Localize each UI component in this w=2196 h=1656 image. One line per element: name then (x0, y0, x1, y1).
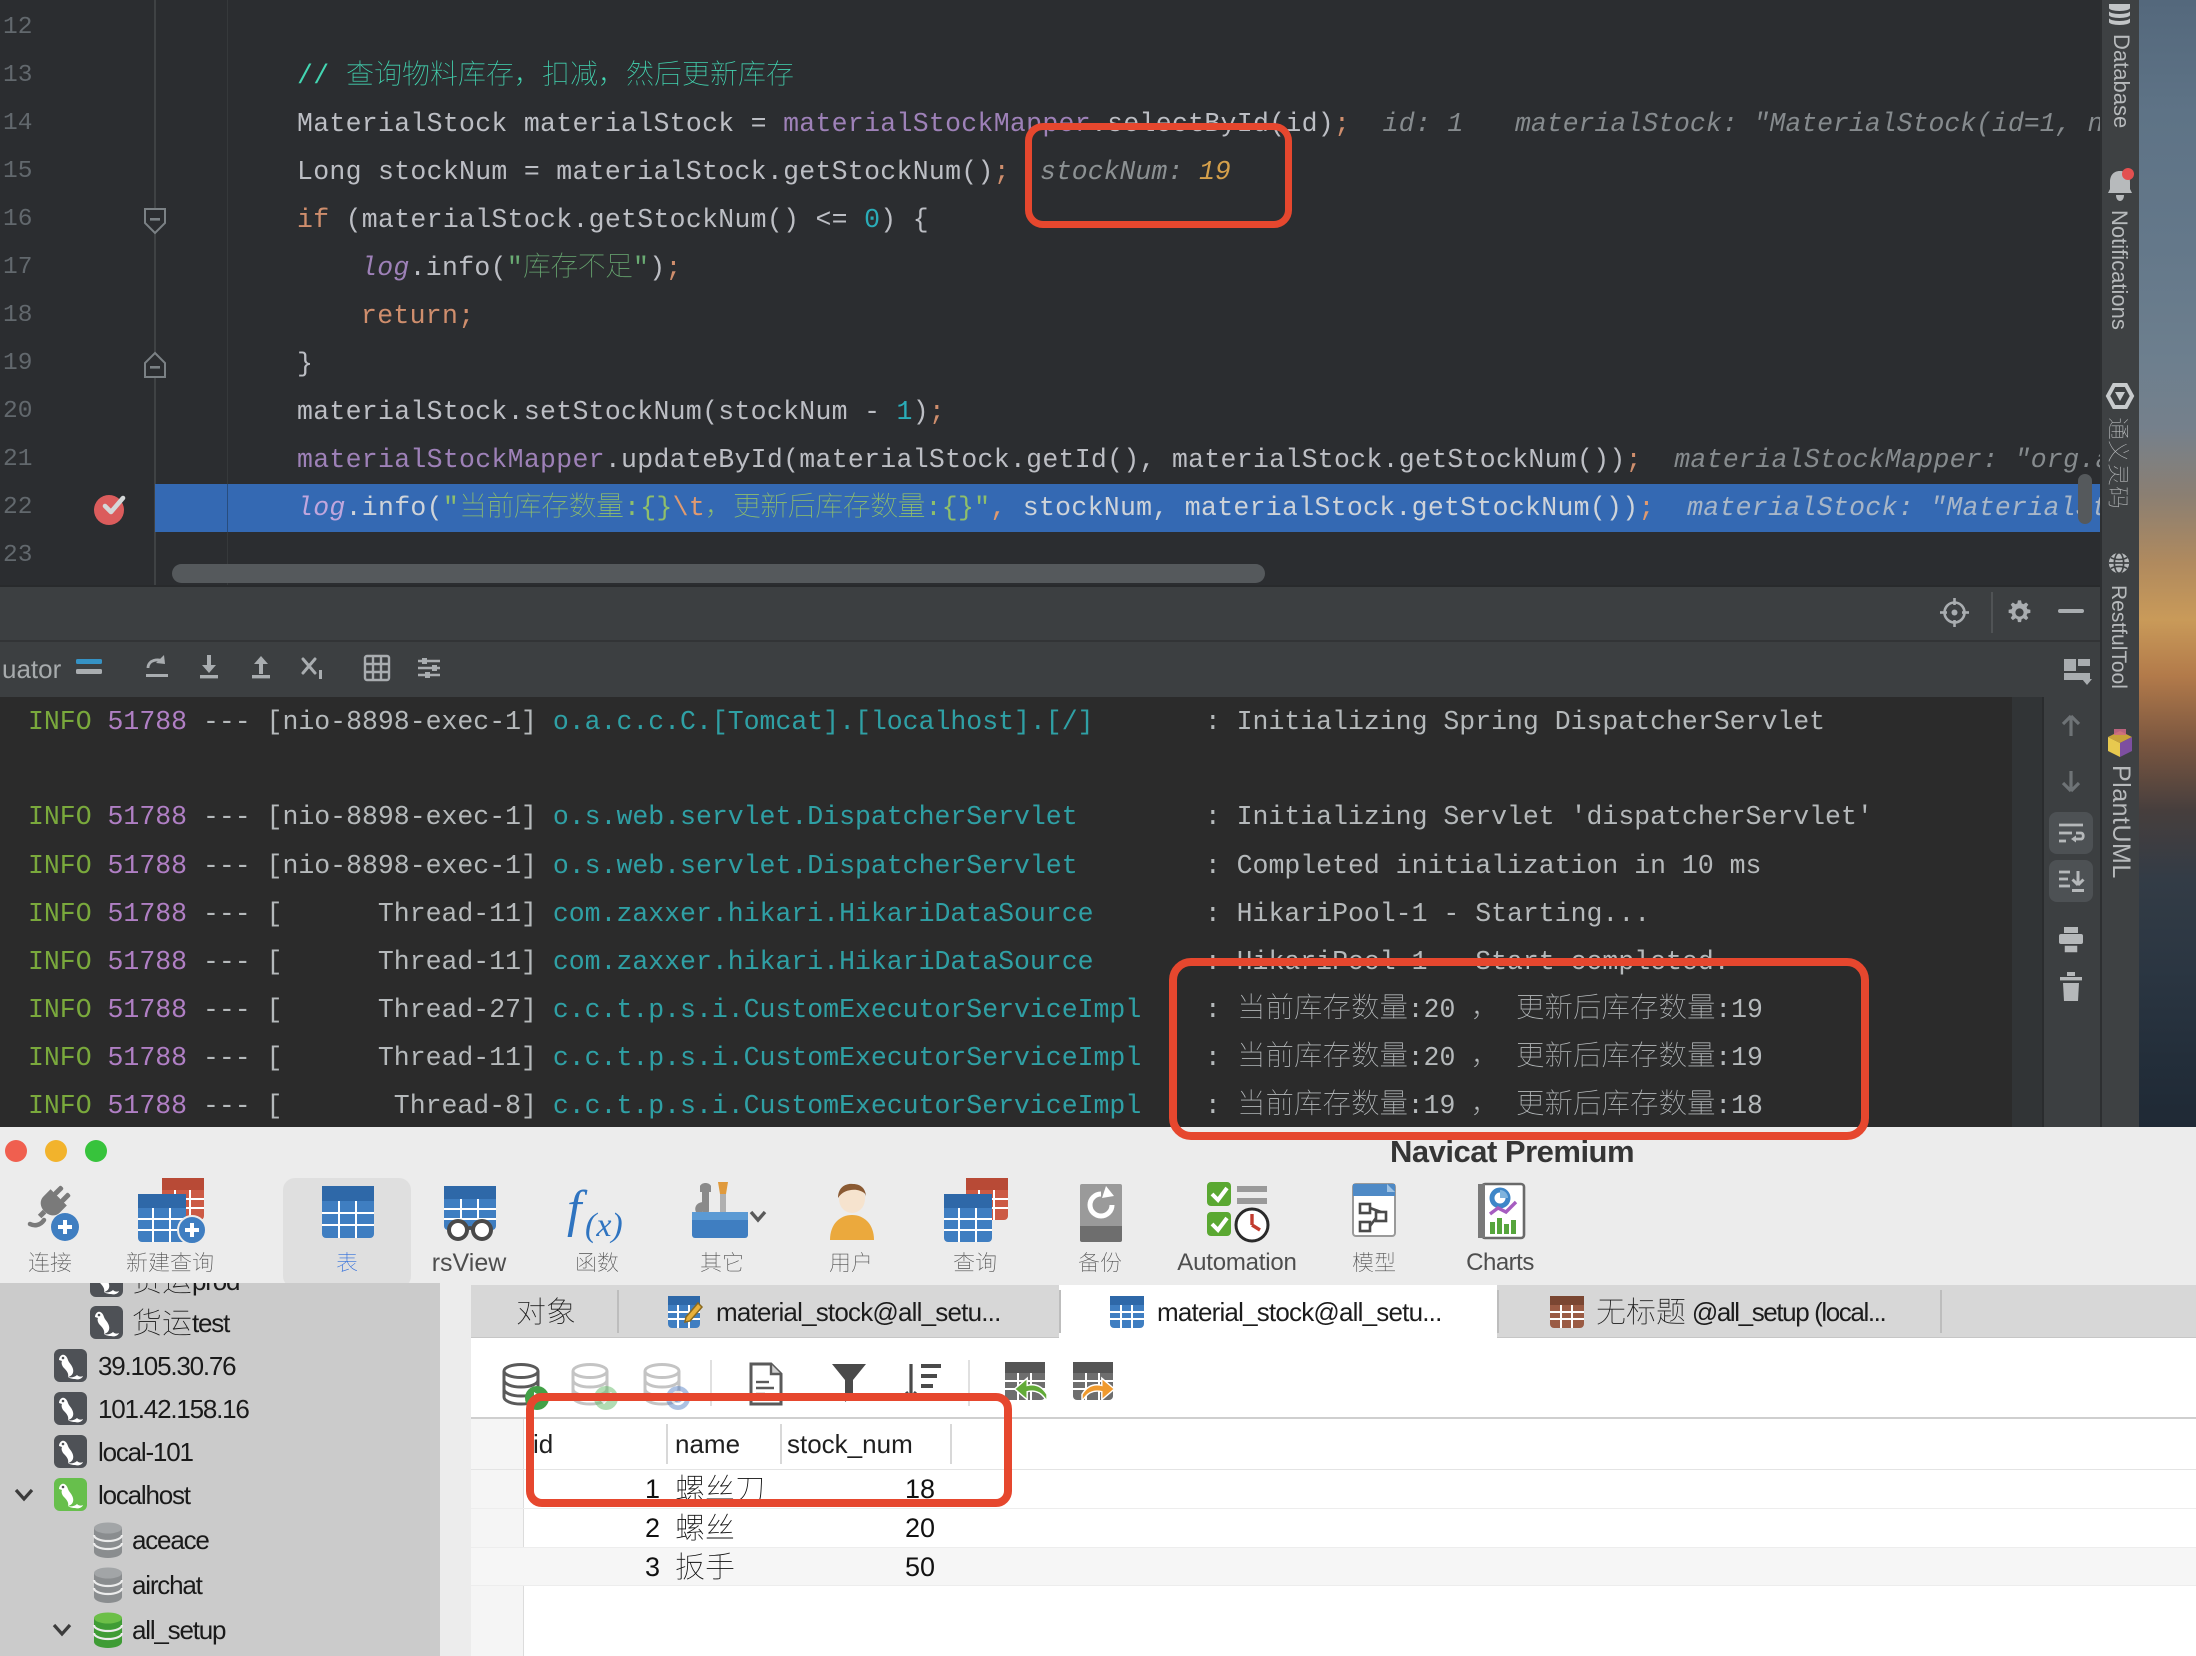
svg-text:(x): (x) (585, 1207, 623, 1244)
